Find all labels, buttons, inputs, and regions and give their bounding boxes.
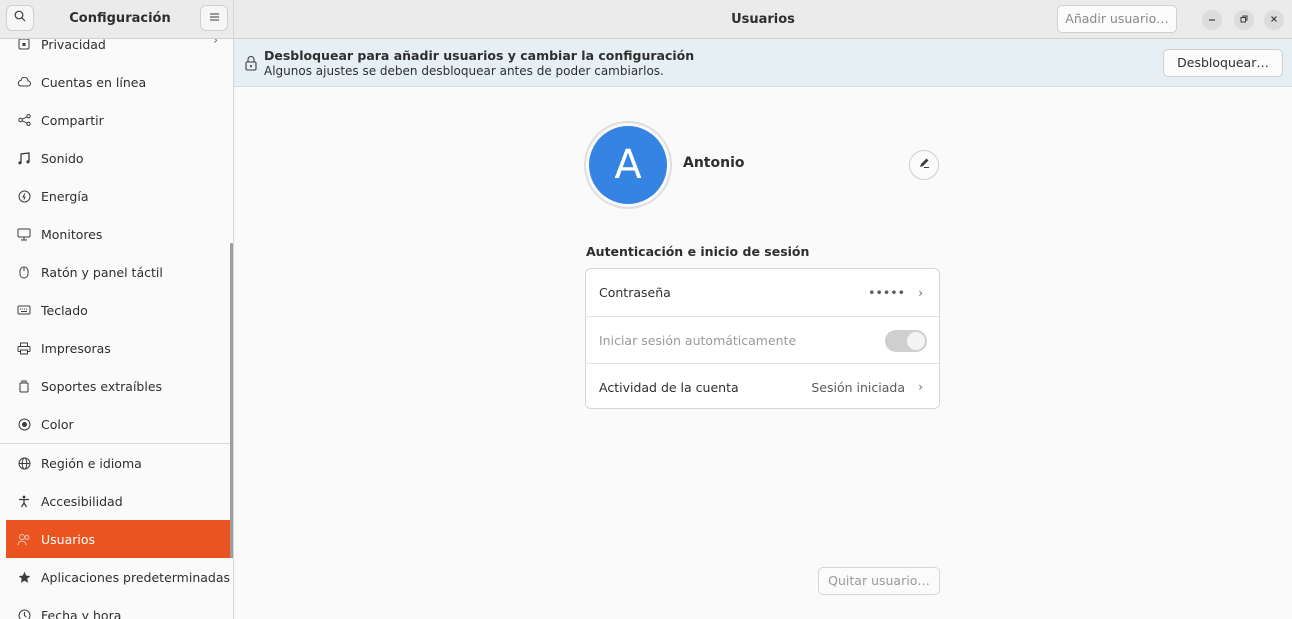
autologin-row: Iniciar sesión automáticamente	[586, 316, 939, 363]
remove-user-button[interactable]: Quitar usuario…	[818, 567, 940, 595]
clock-icon	[17, 608, 31, 619]
power-icon	[17, 189, 31, 203]
star-icon	[17, 570, 31, 584]
chevron-right-icon: ›	[918, 285, 923, 300]
sidebar-item-monitores[interactable]: Monitores	[0, 215, 232, 253]
sidebar-item-compartir[interactable]: Compartir	[0, 101, 232, 139]
chevron-right-icon: ›	[918, 380, 923, 394]
sidebar-item-label: Usuarios	[41, 531, 96, 547]
sidebar-item-sonido[interactable]: Sonido	[0, 139, 232, 177]
cloud-icon	[17, 75, 31, 89]
sidebar-item-region-e-idioma[interactable]: Región e idioma	[0, 444, 232, 482]
color-icon	[17, 417, 31, 431]
lock-icon	[244, 55, 258, 71]
sidebar-item-label: Accesibilidad	[41, 493, 123, 509]
sidebar-item-usuarios[interactable]: Usuarios	[6, 520, 233, 558]
sidebar-item-accesibilidad[interactable]: Accesibilidad	[0, 482, 232, 520]
sidebar-list: Privacidad › Cuentas en línea Compartir …	[0, 25, 233, 619]
password-row[interactable]: Contraseña ••••• ›	[586, 269, 939, 316]
account-activity-row[interactable]: Actividad de la cuenta Sesión iniciada ›	[586, 363, 939, 408]
avatar[interactable]: A	[589, 126, 667, 204]
infobar-title: Desbloquear para añadir usuarios y cambi…	[264, 48, 695, 63]
sidebar-header: Configuración	[0, 0, 233, 39]
close-button[interactable]	[1264, 10, 1284, 30]
sidebar-item-label: Cuentas en línea	[41, 74, 147, 90]
password-value: •••••	[868, 285, 905, 300]
hamburger-icon	[209, 11, 220, 26]
sidebar-item-soportes-extraibles[interactable]: Soportes extraíbles	[0, 367, 232, 405]
restore-icon	[1240, 15, 1248, 26]
mouse-icon	[17, 265, 31, 279]
auth-section-title: Autenticación e inicio de sesión	[586, 244, 810, 259]
account-activity-label: Actividad de la cuenta	[599, 379, 739, 395]
minimize-icon	[1208, 15, 1216, 26]
unlock-button[interactable]: Desbloquear…	[1163, 49, 1283, 77]
sidebar-item-cuentas-en-linea[interactable]: Cuentas en línea	[0, 63, 232, 101]
autologin-label: Iniciar sesión automáticamente	[599, 332, 797, 348]
edit-name-button[interactable]	[909, 150, 939, 180]
sidebar-item-label: Aplicaciones predeterminadas	[41, 569, 231, 585]
sidebar-item-label: Región e idioma	[41, 455, 142, 471]
sidebar-item-label: Compartir	[41, 112, 104, 128]
auth-settings-card: Contraseña ••••• › Iniciar sesión automá…	[585, 268, 940, 409]
sidebar-item-label: Privacidad	[41, 37, 106, 52]
users-icon	[17, 532, 31, 546]
globe-icon	[17, 456, 31, 470]
sidebar-item-label: Impresoras	[41, 340, 111, 356]
share-icon	[17, 113, 31, 127]
sidebar-scrollbar[interactable]	[230, 243, 233, 558]
music-note-icon	[17, 151, 31, 165]
sidebar-item-teclado[interactable]: Teclado	[0, 291, 232, 329]
minimize-button[interactable]	[1202, 10, 1222, 30]
sidebar-item-label: Energía	[41, 188, 89, 204]
sidebar-item-raton-y-panel-tactil[interactable]: Ratón y panel táctil	[0, 253, 232, 291]
edit-pencil-icon	[918, 157, 930, 173]
privacy-icon	[17, 37, 31, 51]
sidebar-item-label: Color	[41, 416, 74, 432]
menu-button[interactable]	[200, 5, 228, 31]
sidebar-item-aplicaciones-predeterminadas[interactable]: Aplicaciones predeterminadas	[0, 558, 232, 596]
accessibility-icon	[17, 494, 31, 508]
unlock-infobar: Desbloquear para añadir usuarios y cambi…	[234, 39, 1292, 87]
autologin-toggle[interactable]	[885, 330, 927, 352]
header-bar: Usuarios Añadir usuario…	[234, 0, 1292, 39]
sidebar-item-label: Fecha y hora	[41, 607, 122, 619]
sidebar-item-label: Teclado	[41, 302, 88, 318]
removable-media-icon	[17, 379, 31, 393]
sidebar-item-color[interactable]: Color	[0, 405, 232, 443]
close-icon	[1270, 15, 1278, 26]
search-icon	[14, 10, 26, 26]
search-button[interactable]	[6, 5, 34, 31]
sidebar-item-label: Monitores	[41, 226, 103, 242]
sidebar-item-fecha-y-hora[interactable]: Fecha y hora	[0, 596, 232, 619]
keyboard-icon	[17, 303, 31, 317]
sidebar-item-label: Sonido	[41, 150, 84, 166]
sidebar-item-label: Ratón y panel táctil	[41, 264, 163, 280]
add-user-button[interactable]: Añadir usuario…	[1057, 5, 1177, 33]
monitor-icon	[17, 227, 31, 241]
sidebar-item-energia[interactable]: Energía	[0, 177, 232, 215]
toggle-knob	[907, 332, 925, 350]
printer-icon	[17, 341, 31, 355]
sidebar-title: Configuración	[69, 11, 171, 26]
password-label: Contraseña	[599, 285, 671, 300]
sidebar: Privacidad › Cuentas en línea Compartir …	[0, 0, 234, 619]
user-name: Antonio	[683, 155, 745, 171]
infobar-subtitle: Algunos ajustes se deben desbloquear ant…	[264, 64, 664, 78]
sidebar-item-label: Soportes extraíbles	[41, 378, 163, 394]
account-activity-value: Sesión iniciada	[811, 379, 905, 395]
maximize-button[interactable]	[1234, 10, 1254, 30]
sidebar-item-impresoras[interactable]: Impresoras	[0, 329, 232, 367]
